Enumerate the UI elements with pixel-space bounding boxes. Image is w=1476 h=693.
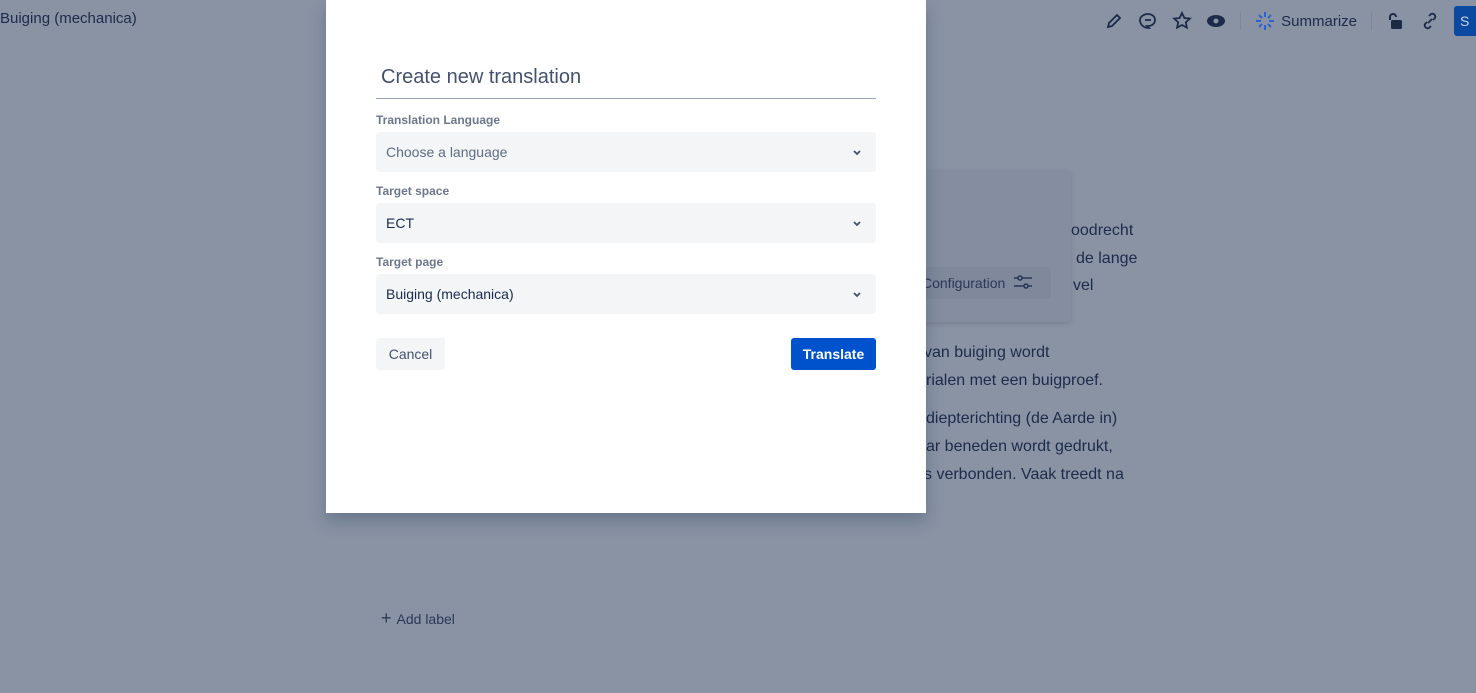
divider bbox=[376, 98, 876, 99]
comment-icon[interactable] bbox=[1138, 11, 1158, 31]
star-icon[interactable] bbox=[1172, 11, 1192, 31]
configuration-button[interactable]: Configuration bbox=[910, 267, 1051, 299]
chevron-down-icon bbox=[853, 150, 861, 156]
target-space-label: Target space bbox=[376, 184, 450, 198]
unlock-icon[interactable] bbox=[1386, 11, 1406, 31]
plus-icon: + bbox=[381, 608, 392, 628]
translate-button[interactable]: Translate bbox=[791, 338, 876, 370]
add-label-button[interactable]: + Add label bbox=[381, 608, 455, 629]
target-page-label: Target page bbox=[376, 255, 444, 269]
body-text: oodrecht bbox=[1071, 222, 1134, 239]
sliders-icon bbox=[1013, 274, 1033, 293]
eye-icon[interactable] bbox=[1206, 11, 1226, 31]
body-text: ar beneden wordt gedrukt, bbox=[926, 438, 1113, 455]
target-space-select[interactable]: ECT bbox=[376, 203, 876, 243]
page-title: Buiging (mechanica) bbox=[0, 10, 137, 27]
body-text: de lange bbox=[1076, 250, 1138, 267]
translation-language-select[interactable]: Choose a language bbox=[376, 132, 876, 172]
body-text: vel bbox=[1073, 277, 1094, 294]
translation-language-label: Translation Language bbox=[376, 113, 501, 127]
share-button[interactable]: S bbox=[1454, 6, 1476, 36]
body-text: s verbonden. Vaak treedt na bbox=[924, 466, 1124, 483]
chevron-down-icon bbox=[853, 221, 861, 227]
cancel-button[interactable]: Cancel bbox=[376, 338, 445, 370]
chevron-down-icon bbox=[853, 292, 861, 298]
divider bbox=[1371, 12, 1372, 30]
link-icon[interactable] bbox=[1420, 11, 1440, 31]
body-text: rialen met een buigproef. bbox=[926, 372, 1103, 389]
body-text: diepterichting (de Aarde in) bbox=[926, 410, 1118, 427]
page-toolbar: Summarize S bbox=[1104, 6, 1476, 36]
create-translation-dialog: Create new translation Translation Langu… bbox=[326, 0, 926, 513]
target-page-select[interactable]: Buiging (mechanica) bbox=[376, 274, 876, 314]
divider bbox=[1240, 12, 1242, 30]
dialog-title: Create new translation bbox=[381, 66, 582, 88]
summarize-button[interactable]: Summarize bbox=[1255, 11, 1357, 31]
sparkle-icon bbox=[1255, 11, 1275, 31]
body-text: van buiging wordt bbox=[924, 344, 1050, 361]
pencil-icon[interactable] bbox=[1104, 11, 1124, 31]
